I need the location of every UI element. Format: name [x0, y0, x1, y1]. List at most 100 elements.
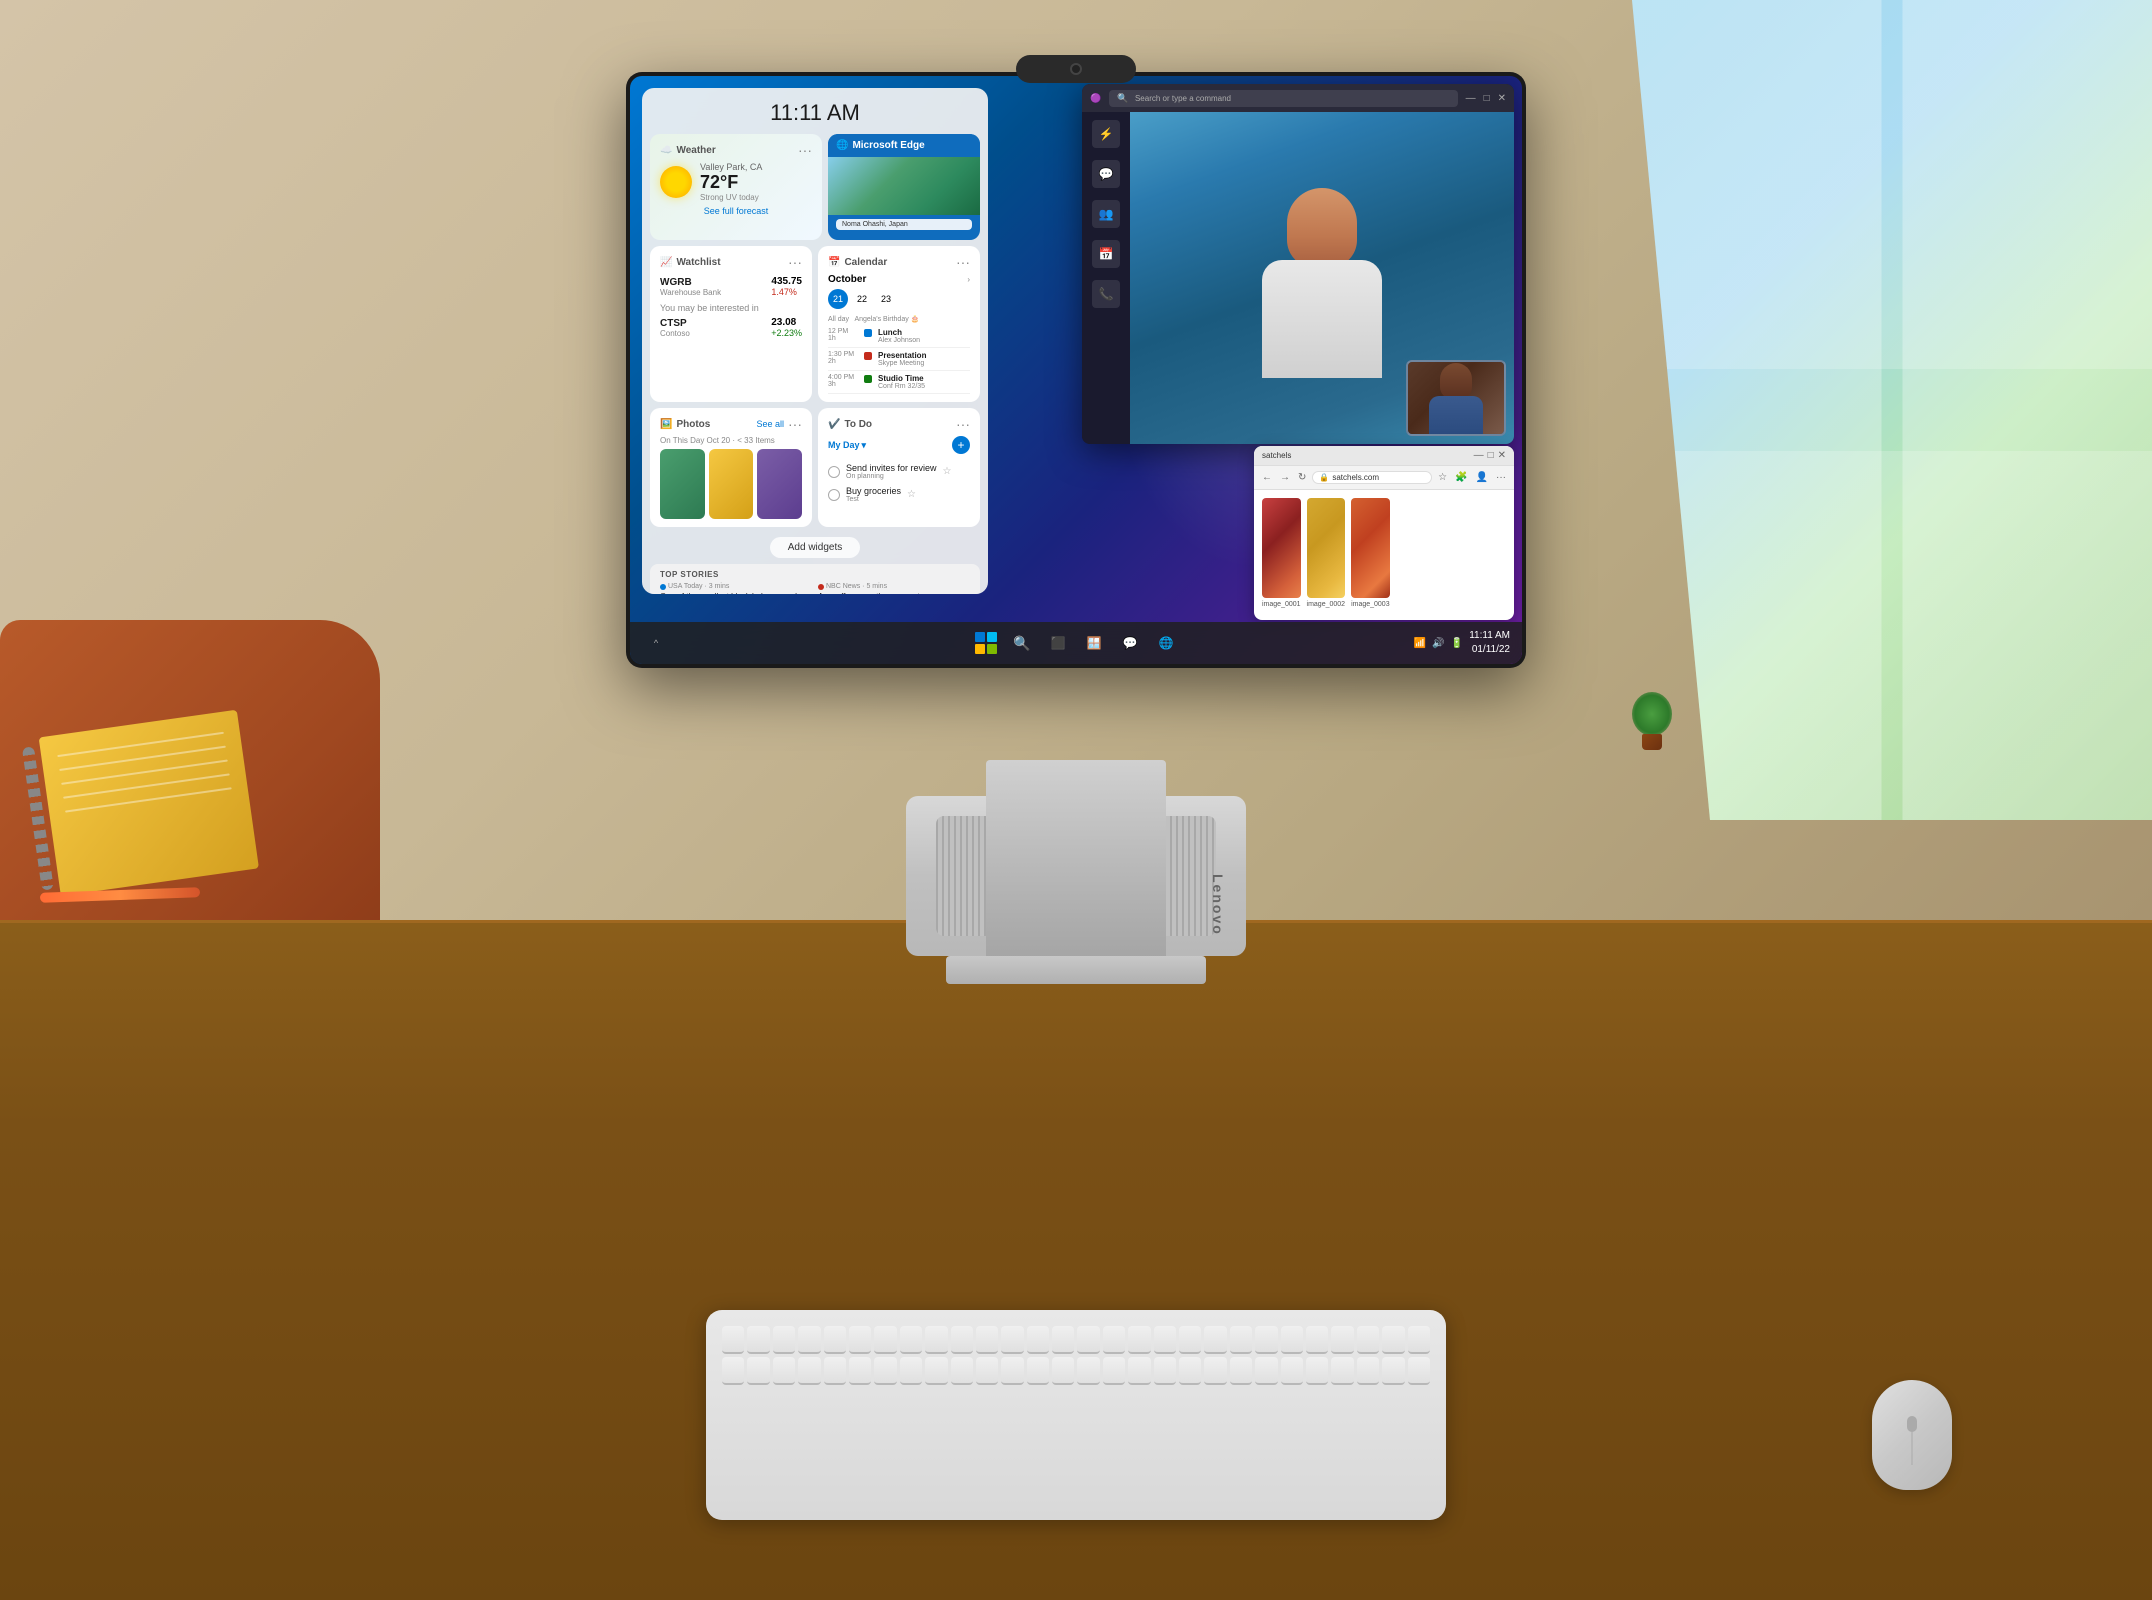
- news-item-2[interactable]: NBC News · 5 mins Are coffee naps the an…: [818, 583, 970, 594]
- teams-nav-chat[interactable]: 💬: [1092, 160, 1120, 188]
- taskbar-widgets-button[interactable]: 🪟: [1080, 629, 1108, 657]
- thumbnail-figure: [1426, 360, 1486, 436]
- teams-nav-calendar[interactable]: 📅: [1092, 240, 1120, 268]
- edge-widget[interactable]: 🌐 Microsoft Edge Noma Ohashi, Japan: [828, 134, 980, 240]
- photos-menu[interactable]: ···: [788, 416, 802, 432]
- calendar-menu[interactable]: ···: [956, 254, 970, 270]
- taskbar-network-icon[interactable]: 📶: [1414, 638, 1426, 649]
- browser-forward-button[interactable]: →: [1278, 470, 1292, 485]
- browser-image-item-1[interactable]: image_0001: [1262, 498, 1301, 608]
- calendar-event-lunch[interactable]: 12 PM1h Lunch Alex Johnson: [828, 325, 970, 348]
- windows-desktop[interactable]: U 11:11 AM ☁️ Weather ···: [630, 76, 1522, 664]
- browser-account-icon[interactable]: 👤: [1474, 470, 1490, 485]
- edge-location-bar[interactable]: Noma Ohashi, Japan: [836, 219, 972, 230]
- browser-product-image-2[interactable]: [1307, 498, 1346, 598]
- photos-widget[interactable]: 🖼️ Photos See all ··· On This Day Oct 20: [650, 408, 812, 527]
- watchlist-menu[interactable]: ···: [788, 254, 802, 270]
- todo-menu[interactable]: ···: [956, 416, 970, 432]
- photos-thumb-2[interactable]: [709, 449, 754, 519]
- taskbar-clock[interactable]: 11:11 AM 01/11/22: [1469, 629, 1510, 657]
- mouse-divider: [1912, 1425, 1913, 1465]
- teams-window[interactable]: 🟣 🔍 Search or type a command — □ ✕ ⚡ 💬: [1082, 84, 1514, 444]
- browser-maximize[interactable]: □: [1488, 450, 1494, 461]
- photos-thumb-3[interactable]: [757, 449, 802, 519]
- teams-close-button[interactable]: ✕: [1498, 93, 1506, 104]
- browser-reload-button[interactable]: ↻: [1296, 470, 1308, 485]
- teams-window-header: 🟣 🔍 Search or type a command — □ ✕: [1082, 84, 1514, 112]
- weather-widget[interactable]: ☁️ Weather ··· Valley Park, CA 72°F Stro…: [650, 134, 822, 240]
- todo-add-button[interactable]: +: [952, 436, 970, 454]
- teams-nav-activity[interactable]: ⚡: [1092, 120, 1120, 148]
- teams-nav-calls[interactable]: 📞: [1092, 280, 1120, 308]
- volume-icon: 🔊: [1432, 638, 1444, 649]
- taskbar-battery-icon[interactable]: 🔋: [1451, 638, 1463, 649]
- calendar-month-label: October: [828, 274, 866, 285]
- browser-image-item-3[interactable]: image_0003: [1351, 498, 1390, 608]
- teams-minimize-button[interactable]: —: [1466, 93, 1476, 104]
- calendar-nav[interactable]: ›: [967, 275, 970, 284]
- browser-product-image-1[interactable]: [1262, 498, 1301, 598]
- weather-widget-header: ☁️ Weather ···: [660, 142, 812, 158]
- news-section-title: TOP STORIES: [660, 570, 970, 579]
- system-tray-expand-icon[interactable]: ^: [654, 638, 658, 648]
- calendar-day-22[interactable]: 22: [852, 289, 872, 309]
- todo-checkbox-2[interactable]: [828, 489, 840, 501]
- event-studio-dot: [864, 375, 872, 383]
- calendar-widget[interactable]: 📅 Calendar ··· October › 21 22 2: [818, 246, 980, 402]
- taskbar-system-tray-left[interactable]: ^: [642, 629, 670, 657]
- edge-icon: 🌐: [836, 140, 848, 151]
- todo-item-2[interactable]: Buy groceries Test ☆: [828, 483, 970, 506]
- add-widgets-button[interactable]: Add widgets: [770, 537, 860, 558]
- taskbar-teams-button[interactable]: 💬: [1116, 629, 1144, 657]
- thumbnail-body: [1429, 396, 1483, 436]
- weather-forecast-link[interactable]: See full forecast: [660, 206, 812, 216]
- taskbar-search-icon: 🔍: [1013, 635, 1030, 652]
- browser-url-bar[interactable]: 🔒 satchels.com: [1312, 471, 1432, 484]
- thumbnail-video-feed: [1406, 360, 1506, 436]
- watchlist-widget[interactable]: 📈 Watchlist ··· WGRB Warehouse Bank: [650, 246, 812, 402]
- teams-search-box[interactable]: 🔍 Search or type a command: [1109, 90, 1457, 107]
- sun-icon: [660, 166, 692, 198]
- browser-window[interactable]: satchels — □ ✕ ← → ↻ 🔒 satchels.com ☆: [1254, 446, 1514, 620]
- todo-item-1[interactable]: Send invites for review On planning ☆: [828, 460, 970, 483]
- browser-product-image-3[interactable]: [1351, 498, 1390, 598]
- weather-condition: Strong UV today: [700, 193, 812, 202]
- browser-close[interactable]: ✕: [1498, 450, 1506, 461]
- todo-star-icon-1[interactable]: ☆: [943, 466, 952, 477]
- teams-maximize-button[interactable]: □: [1484, 93, 1490, 104]
- photos-thumb-1[interactable]: [660, 449, 705, 519]
- event-pres-title: Presentation: [878, 351, 926, 360]
- todo-list-selector[interactable]: My Day ▾: [828, 440, 866, 451]
- weather-widget-menu[interactable]: ···: [798, 142, 812, 158]
- browser-minimize[interactable]: —: [1474, 450, 1484, 461]
- browser-star-button[interactable]: ☆: [1436, 470, 1449, 485]
- taskbar-search-button[interactable]: 🔍: [1008, 629, 1036, 657]
- edge-taskbar-icon: 🌐: [1159, 636, 1174, 650]
- news-source-1: USA Today · 3 mins: [660, 583, 812, 590]
- calendar-day-23[interactable]: 23: [876, 289, 896, 309]
- monitor-screen[interactable]: U 11:11 AM ☁️ Weather ···: [630, 76, 1522, 664]
- calendar-event-presentation[interactable]: 1:30 PM2h Presentation Skype Meeting: [828, 348, 970, 371]
- browser-back-button[interactable]: ←: [1260, 470, 1274, 485]
- start-button[interactable]: [972, 629, 1000, 657]
- photos-see-all-link[interactable]: See all: [756, 419, 784, 429]
- todo-star-icon-2[interactable]: ☆: [907, 489, 916, 500]
- taskbar-volume-icon[interactable]: 🔊: [1432, 638, 1444, 649]
- weather-content: Valley Park, CA 72°F Strong UV today: [660, 162, 812, 202]
- calendar-event-studio[interactable]: 4:00 PM3h Studio Time Conf Rm 32/35: [828, 371, 970, 394]
- monitor: U 11:11 AM ☁️ Weather ···: [626, 72, 1526, 668]
- webcam: [1016, 55, 1136, 83]
- browser-extensions-icon[interactable]: 🧩: [1453, 470, 1469, 485]
- browser-image-item-2[interactable]: image_0002: [1307, 498, 1346, 608]
- teams-nav-teams[interactable]: 👥: [1092, 200, 1120, 228]
- browser-window-controls: — □ ✕: [1474, 450, 1506, 461]
- todo-widget[interactable]: ✔️ To Do ··· My Day ▾ +: [818, 408, 980, 527]
- taskbar-taskview-button[interactable]: ⬛: [1044, 629, 1072, 657]
- calendar-day-21[interactable]: 21: [828, 289, 848, 309]
- news-item-1[interactable]: USA Today · 3 mins One of the smallest b…: [660, 583, 812, 594]
- taskbar[interactable]: ^ 🔍: [630, 622, 1522, 664]
- todo-checkbox-1[interactable]: [828, 466, 840, 478]
- taskbar-edge-button[interactable]: 🌐: [1152, 629, 1180, 657]
- teams-window-controls: — □ ✕: [1466, 93, 1506, 104]
- browser-menu-icon[interactable]: ···: [1494, 470, 1508, 485]
